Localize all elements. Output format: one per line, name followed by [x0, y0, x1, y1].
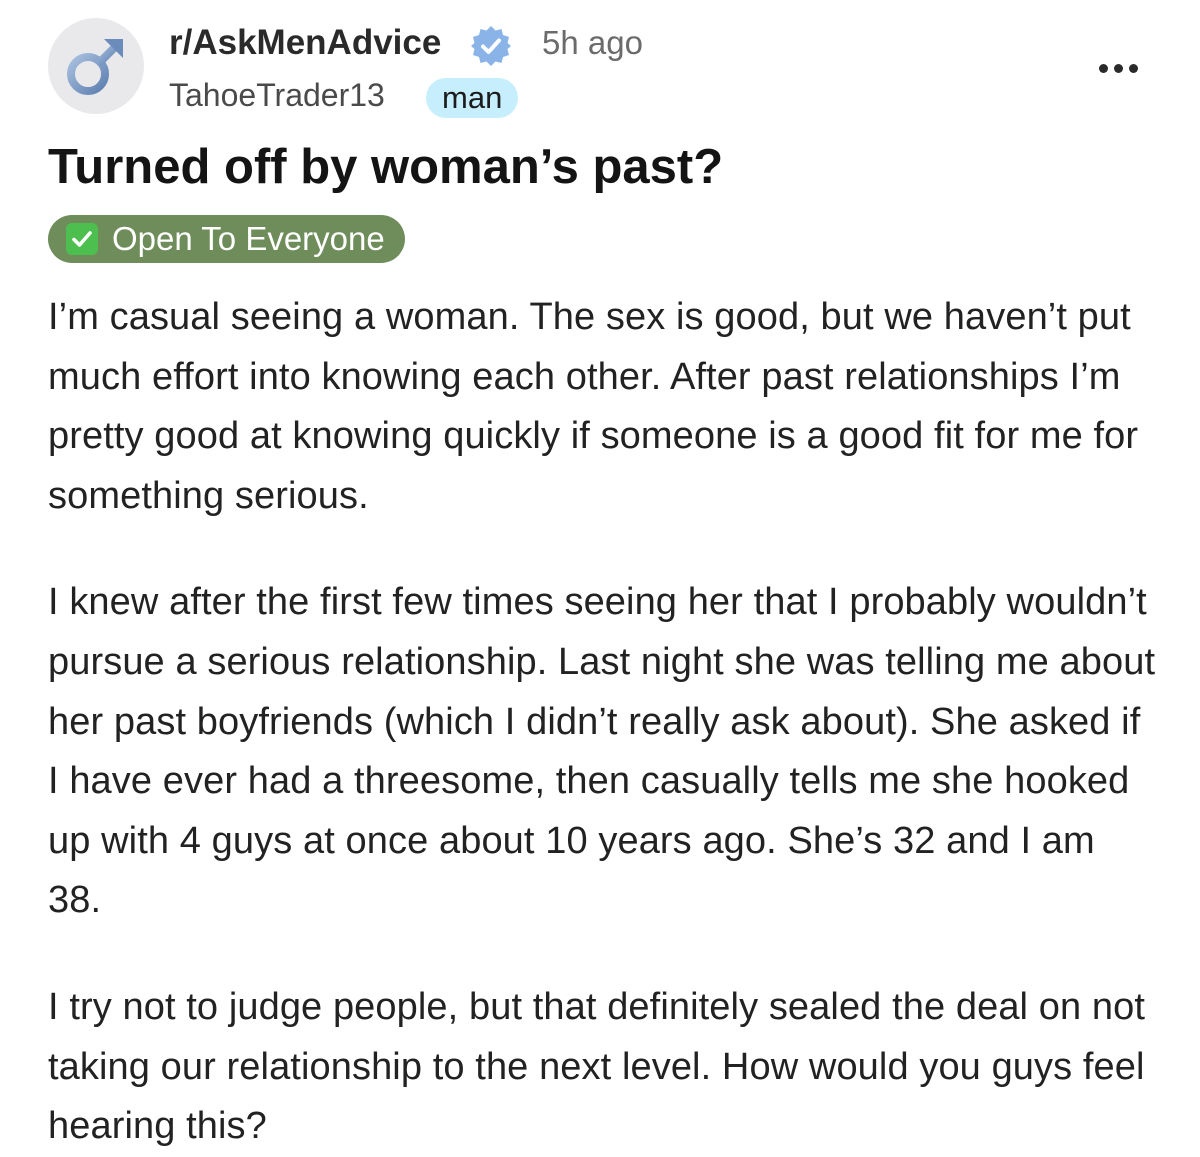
more-dot — [1113, 63, 1123, 73]
author-username[interactable]: TahoeTrader13 — [169, 74, 385, 116]
more-dot — [1098, 63, 1108, 73]
more-dot — [1128, 63, 1138, 73]
body-paragraph: I try not to judge people, but that defi… — [48, 985, 1146, 1148]
subreddit-name[interactable]: r/AskMenAdvice — [169, 20, 441, 66]
user-flair-badge: man — [426, 78, 519, 118]
male-symbol-icon — [67, 39, 123, 95]
body-paragraph: I’m casual seeing a woman. The sex is go… — [48, 296, 1139, 517]
subreddit-avatar[interactable] — [48, 18, 144, 114]
body-paragraph: I knew after the first few times seeing … — [48, 581, 1156, 922]
post-flair-badge[interactable]: Open To Everyone — [48, 215, 405, 263]
post-card: r/AskMenAdvice 5h ago TahoeTrader13 man … — [0, 0, 1200, 1156]
post-time: 5h ago — [542, 24, 643, 61]
verified-badge-icon — [469, 24, 513, 68]
post-flair-label: Open To Everyone — [112, 220, 385, 257]
more-options-icon[interactable] — [1088, 54, 1148, 82]
post-title[interactable]: Turned off by woman’s past? — [48, 136, 1158, 198]
check-box-icon — [66, 223, 98, 255]
post-body: I’m casual seeing a woman. The sex is go… — [48, 288, 1158, 1157]
post-header: r/AskMenAdvice 5h ago TahoeTrader13 man — [48, 18, 1158, 118]
